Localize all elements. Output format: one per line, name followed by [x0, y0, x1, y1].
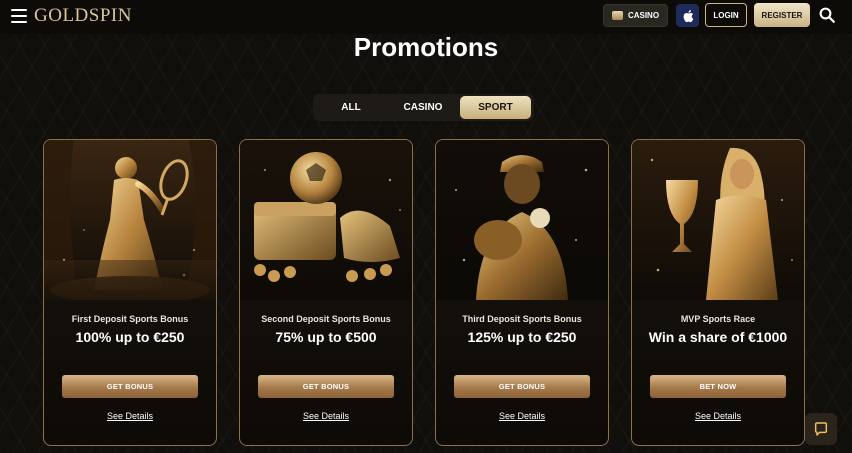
live-chat-button[interactable]	[805, 413, 837, 445]
get-bonus-button[interactable]: GET BONUS	[258, 375, 394, 398]
promotion-tabs: ALL CASINO SPORT	[313, 94, 534, 121]
promo-subtitle: MVP Sports Race	[680, 314, 756, 324]
menu-icon[interactable]	[11, 8, 27, 24]
login-button[interactable]: LOGIN	[705, 3, 747, 27]
apple-icon	[683, 9, 693, 22]
promo-subtitle: First Deposit Sports Bonus	[71, 314, 189, 324]
casino-chip-icon	[611, 11, 623, 20]
tab-sport[interactable]: SPORT	[460, 96, 531, 119]
site-logo[interactable]: GOLDSPIN	[34, 5, 132, 27]
page-title: Promotions	[353, 32, 499, 62]
promo-title: 125% up to €250	[467, 329, 577, 345]
see-details-link[interactable]: See Details	[632, 411, 804, 421]
promo-title: 75% up to €500	[275, 329, 377, 345]
chat-icon	[814, 422, 828, 436]
casino-switch-button[interactable]: CASINO	[603, 4, 668, 27]
bet-now-button[interactable]: BET NOW	[650, 375, 786, 398]
casino-switch-label: CASINO	[627, 11, 660, 20]
promo-card: Second Deposit Sports Bonus 75% up to €5…	[239, 139, 413, 446]
promo-subtitle: Third Deposit Sports Bonus	[462, 314, 582, 324]
tab-casino[interactable]: CASINO	[388, 96, 458, 119]
promotions-page: GOLDSPIN CASINO LOGIN REGISTER Promotion…	[0, 0, 852, 453]
get-bonus-button[interactable]: GET BONUS	[454, 375, 590, 398]
see-details-link[interactable]: See Details	[240, 411, 412, 421]
see-details-link[interactable]: See Details	[436, 411, 608, 421]
register-button[interactable]: REGISTER	[754, 3, 810, 27]
promo-title: Win a share of €1000	[648, 329, 788, 345]
apple-login-button[interactable]	[676, 4, 699, 27]
promo-image-trophy-woman	[632, 140, 804, 300]
promo-image-football-treasure	[240, 140, 412, 300]
promo-card: MVP Sports Race Win a share of €1000 BET…	[631, 139, 805, 446]
get-bonus-button[interactable]: GET BONUS	[62, 375, 198, 398]
see-details-link[interactable]: See Details	[44, 411, 216, 421]
tab-all[interactable]: ALL	[316, 96, 386, 119]
promo-image-baseball-player	[436, 140, 608, 300]
promo-title: 100% up to €250	[75, 329, 185, 345]
search-icon[interactable]	[818, 6, 836, 24]
promo-image-tennis-player	[44, 140, 216, 300]
top-header: GOLDSPIN CASINO LOGIN REGISTER	[0, 0, 852, 34]
promo-subtitle: Second Deposit Sports Bonus	[261, 314, 391, 324]
promo-card: First Deposit Sports Bonus 100% up to €2…	[43, 139, 217, 446]
promo-card: Third Deposit Sports Bonus 125% up to €2…	[435, 139, 609, 446]
